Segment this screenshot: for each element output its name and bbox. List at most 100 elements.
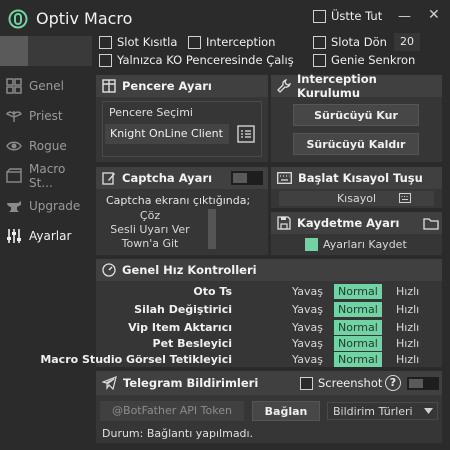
slot-return-input[interactable]: 20: [394, 33, 420, 51]
sidebar-item-label: Priest: [29, 109, 63, 123]
interception-checkbox[interactable]: Interception: [188, 35, 275, 49]
save-settings-box[interactable]: [305, 238, 318, 251]
only-ko-label: Yalnızca KO Penceresinde Çalış: [117, 53, 294, 67]
interception-label: Interception: [206, 35, 276, 49]
speed-row-label: Vip Item Aktarıcı: [128, 321, 232, 334]
genie-sync-checkbox[interactable]: Genie Senkron: [313, 53, 415, 67]
telegram-icon: [102, 376, 117, 390]
captcha-options-list[interactable]: Çöz Sesli Uyarı Ver Town'a Git: [108, 207, 192, 252]
interception-panel: Interception Kurulumu Sürücüyü Kur Sürüc…: [271, 72, 442, 162]
minimize-button[interactable]: —: [398, 9, 411, 24]
list-item[interactable]: Çöz: [108, 209, 192, 223]
slot-limit-box[interactable]: [99, 35, 112, 49]
sidebar-item-macro-studio[interactable]: Macro St...: [0, 162, 92, 190]
captcha-list-scrollbar[interactable]: [208, 209, 216, 249]
sidebar-item-label: Ayarlar: [29, 229, 72, 243]
sidebar-item-label: Macro St...: [29, 162, 66, 190]
remove-driver-button[interactable]: Sürücüyü Kaldır: [293, 133, 419, 155]
speed-slow-label: Yavaş: [292, 353, 323, 366]
screenshot-checkbox[interactable]: Screenshot: [300, 376, 382, 390]
sidebar-item-ayarlar[interactable]: Ayarlar: [0, 222, 92, 250]
speed-row-oto-ts: Oto Ts Yavaş Normal Hızlı: [96, 284, 442, 301]
speed-row-label: Macro Studio Görsel Tetikleyici: [40, 353, 232, 366]
speed-row-silah: Silah Değiştirici Yavaş Normal Hızlı: [96, 302, 442, 319]
sliders-icon: [6, 228, 22, 244]
app-logo-icon: [8, 9, 28, 29]
speed-slow-label: Yavaş: [292, 303, 323, 316]
list-item[interactable]: Sesli Uyarı Ver: [108, 223, 192, 237]
sidebar-item-label: Upgrade: [29, 199, 81, 213]
slot-limit-label: Slot Kısıtla: [117, 35, 178, 49]
help-icon[interactable]: ?: [385, 375, 401, 391]
profile-banner: [0, 36, 92, 66]
folder-icon[interactable]: [423, 217, 439, 230]
sidebar-item-upgrade[interactable]: Upgrade: [0, 192, 92, 220]
captcha-title: Captcha Ayarı: [122, 171, 213, 185]
hotkey-header: Başlat Kısayol Tuşu: [271, 167, 442, 189]
captcha-label: Captcha ekranı çıktığında;: [106, 194, 251, 207]
captcha-toggle[interactable]: [231, 171, 263, 185]
sidebar-item-rogue[interactable]: Rogue: [0, 132, 92, 160]
slot-return-box[interactable]: [313, 35, 326, 49]
connect-button[interactable]: Bağlan: [252, 401, 320, 421]
save-settings-checkbox[interactable]: Ayarları Kaydet: [305, 238, 407, 251]
speed-row-label: Oto Ts: [193, 285, 232, 298]
speed-value-dropdown[interactable]: Normal: [334, 320, 382, 335]
window-icon: [102, 79, 116, 93]
close-button[interactable]: ✕: [428, 7, 440, 23]
grid-icon: [6, 78, 22, 94]
only-ko-checkbox[interactable]: Yalnızca KO Penceresinde Çalış: [99, 53, 294, 67]
chevron-down-icon: [424, 408, 433, 414]
interception-title: Interception Kurulumu: [297, 72, 377, 100]
speed-fast-label: Hızlı: [396, 353, 420, 366]
speed-value-dropdown[interactable]: Normal: [334, 302, 382, 317]
window-settings-title: Pencere Ayarı: [122, 79, 212, 93]
sidebar-item-genel[interactable]: Genel: [0, 72, 92, 100]
hotkey-title: Başlat Kısayol Tuşu: [298, 171, 423, 185]
speed-fast-label: Hızlı: [396, 285, 420, 298]
only-ko-box[interactable]: [99, 53, 112, 67]
save-icon: [277, 216, 291, 230]
telegram-toggle[interactable]: [407, 377, 439, 390]
speed-value-dropdown[interactable]: Normal: [334, 352, 382, 367]
api-token-input[interactable]: @BotFather API Token: [100, 401, 244, 421]
list-item[interactable]: Town'a Git: [108, 237, 192, 251]
notification-types-label: Bildirim Türleri: [333, 405, 413, 418]
always-on-top-label: Üstte Tut: [331, 9, 383, 23]
connection-status: Durum: Bağlantı yapılmadı.: [102, 427, 254, 440]
slot-return-checkbox[interactable]: Slota Dön: [313, 35, 387, 49]
speedometer-icon: [102, 263, 116, 277]
wings-icon: [6, 108, 22, 124]
interception-box[interactable]: [188, 35, 201, 49]
screenshot-box[interactable]: [300, 376, 313, 390]
speed-row-label: Silah Değiştirici: [134, 303, 232, 316]
screenshot-label: Screenshot: [318, 376, 383, 390]
captcha-panel: Captcha Ayarı Captcha ekranı çıktığında;…: [96, 167, 268, 255]
slot-limit-checkbox[interactable]: Slot Kısıtla: [99, 35, 177, 49]
speed-fast-label: Hızlı: [396, 337, 420, 350]
speed-value-dropdown[interactable]: Normal: [334, 336, 382, 351]
genie-sync-box[interactable]: [313, 53, 326, 67]
eye-icon: [6, 138, 22, 154]
edit-icon: [102, 171, 116, 185]
sidebar-item-label: Genel: [29, 79, 65, 93]
always-on-top-checkbox[interactable]: Üstte Tut: [313, 9, 382, 23]
film-icon: [6, 168, 22, 184]
speed-row-macro-studio: Macro Studio Görsel Tetikleyici Yavaş No…: [40, 352, 442, 369]
notification-types-select[interactable]: Bildirim Türleri: [327, 402, 438, 420]
sidebar-item-priest[interactable]: Priest: [0, 102, 92, 130]
hotkey-panel: Başlat Kısayol Tuşu Kısayol: [271, 167, 442, 208]
always-on-top-box[interactable]: [313, 9, 326, 23]
speed-header: Genel Hız Kontrolleri: [96, 259, 442, 281]
window-select-label: Pencere Seçimi: [109, 106, 193, 119]
speed-value-dropdown[interactable]: Normal: [334, 284, 382, 299]
window-title: Optiv Macro: [36, 9, 133, 28]
window-list-icon[interactable]: [237, 125, 255, 143]
keyboard-icon: [277, 172, 292, 184]
speed-row-pet: Pet Besleyici Yavaş Normal Hızlı: [96, 336, 442, 353]
install-driver-button[interactable]: Sürücüyü Kur: [293, 104, 419, 126]
speed-fast-label: Hızlı: [396, 321, 420, 334]
hotkey-keyboard-icon[interactable]: [399, 193, 411, 203]
slot-return-label: Slota Dön: [331, 35, 387, 49]
window-select-dropdown[interactable]: Knight OnLine Client: [105, 124, 229, 144]
